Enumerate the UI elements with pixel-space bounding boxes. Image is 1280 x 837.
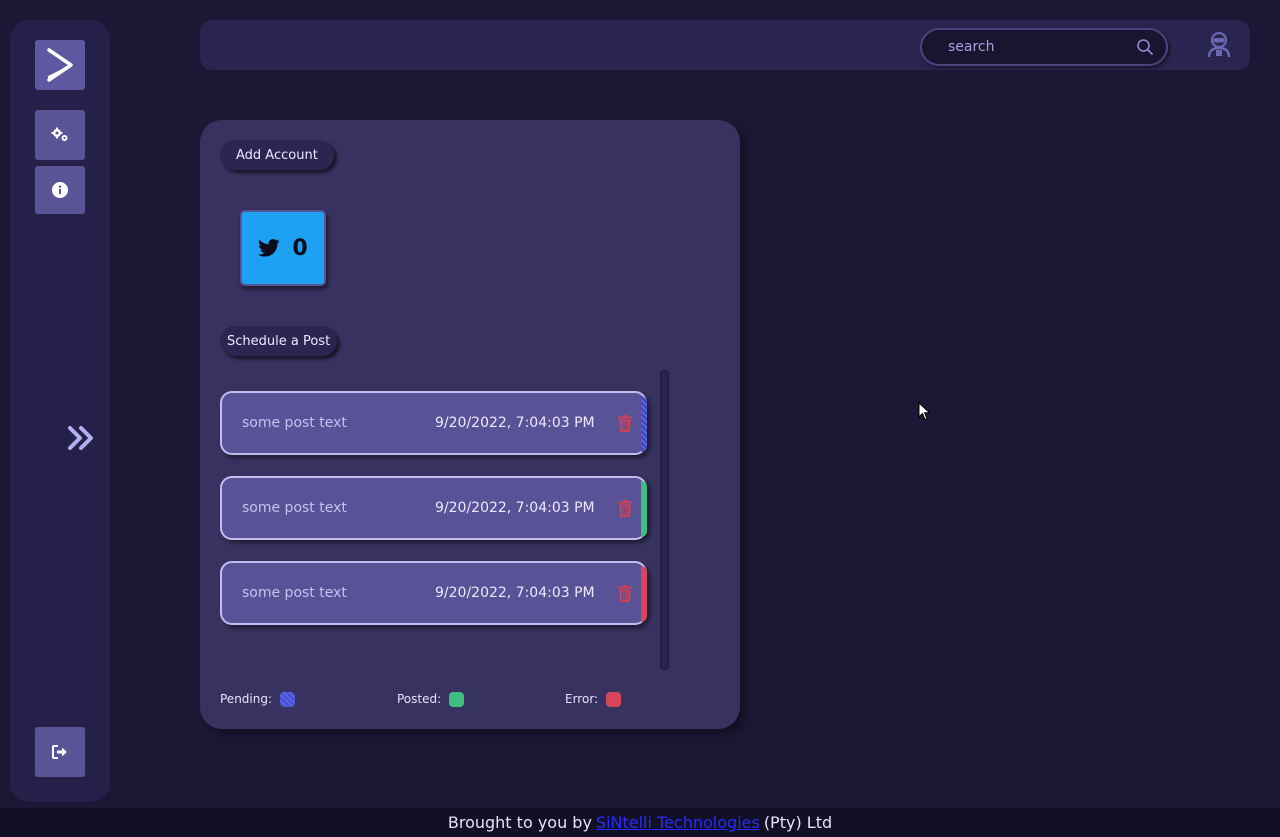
- user-avatar-icon: [1207, 32, 1231, 58]
- status-indicator: [641, 481, 647, 537]
- double-chevron-right-icon: [68, 426, 93, 450]
- trash-icon[interactable]: [618, 499, 632, 517]
- twitter-icon: [258, 239, 280, 257]
- logout-icon: [52, 745, 67, 759]
- legend-error: Error:: [565, 689, 622, 709]
- footer-suffix: (Pty) Ltd: [763, 813, 833, 832]
- legend-label: Pending:: [220, 692, 273, 706]
- trash-icon[interactable]: [618, 414, 632, 432]
- status-indicator: [641, 396, 647, 452]
- legend-label: Posted:: [397, 692, 442, 706]
- footer-prefix: Brought to you by: [447, 813, 592, 832]
- expand-sidebar-button[interactable]: [65, 422, 97, 454]
- legend-label: Error:: [565, 692, 599, 706]
- post-text: some post text: [242, 415, 347, 431]
- search-input[interactable]: [948, 39, 1136, 55]
- add-account-button[interactable]: Add Account: [220, 140, 334, 170]
- legend-swatch: [449, 691, 465, 707]
- company-link[interactable]: SiNtelli Technologies: [596, 813, 760, 832]
- legend-pending: Pending:: [220, 689, 296, 709]
- post-time: 9/20/2022, 7:04:03 PM: [435, 585, 595, 601]
- post-item-pending[interactable]: some post text 9/20/2022, 7:04:03 PM: [220, 391, 647, 455]
- trash-icon[interactable]: [618, 584, 632, 602]
- post-time: 9/20/2022, 7:04:03 PM: [435, 415, 595, 431]
- legend-posted: Posted:: [397, 689, 465, 709]
- post-text: some post text: [242, 585, 347, 601]
- posts-scrollbar[interactable]: [660, 370, 669, 670]
- schedule-post-button[interactable]: Schedule a Post: [220, 326, 338, 356]
- logo-button[interactable]: [35, 40, 85, 90]
- twitter-account-tile[interactable]: 0: [240, 210, 326, 286]
- legend-swatch: [606, 691, 622, 707]
- chevron-right-logo-icon: [47, 48, 73, 82]
- sidebar: [10, 20, 110, 802]
- account-count: 0: [292, 235, 308, 261]
- user-avatar[interactable]: [1206, 32, 1232, 58]
- social-accounts-panel: Add Account 0 Schedule a Post some post …: [200, 120, 740, 729]
- gears-icon: [51, 127, 68, 141]
- post-item-posted[interactable]: some post text 9/20/2022, 7:04:03 PM: [220, 476, 647, 540]
- post-time: 9/20/2022, 7:04:03 PM: [435, 500, 595, 516]
- mouse-cursor-icon: [918, 402, 931, 421]
- search-icon[interactable]: [1136, 38, 1154, 56]
- settings-button[interactable]: [35, 110, 85, 160]
- info-button[interactable]: [35, 166, 85, 214]
- info-icon: [52, 182, 68, 198]
- top-bar: [200, 20, 1250, 70]
- post-item-error[interactable]: some post text 9/20/2022, 7:04:03 PM: [220, 561, 647, 625]
- search-box[interactable]: [920, 28, 1168, 66]
- status-indicator: [641, 566, 647, 622]
- footer: Brought to you by SiNtelli Technologies …: [0, 808, 1280, 837]
- legend-swatch: [280, 691, 296, 707]
- logout-button[interactable]: [35, 727, 85, 777]
- post-text: some post text: [242, 500, 347, 516]
